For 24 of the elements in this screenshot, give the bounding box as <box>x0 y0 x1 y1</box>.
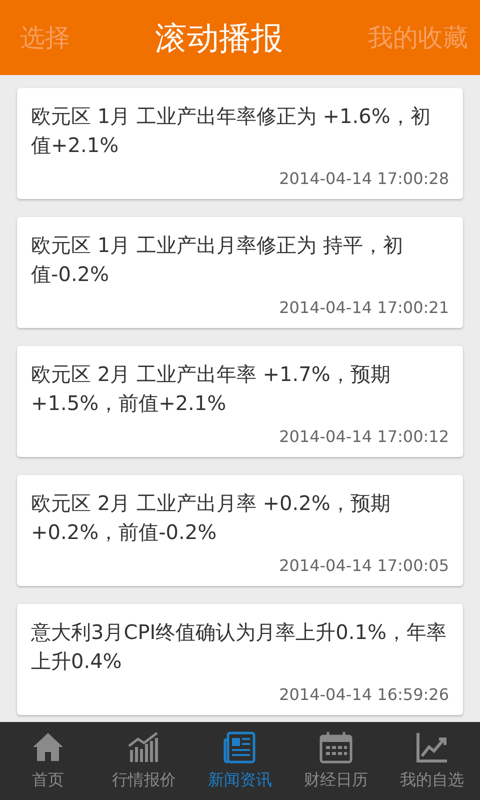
nav-tab[interactable]: 行情报价 <box>96 722 192 800</box>
nav-tab[interactable]: 我的自选 <box>384 722 480 800</box>
news-text: 欧元区 1月 工业产出月率修正为 持平，初值-0.2% <box>31 232 404 288</box>
news-time: 2014-04-14 17:00:05 <box>278 555 449 577</box>
news-card[interactable]: 意大利3月CPI终值确认为月率上升0.1%，年率上升0.4% 2014-04-14 16:59:26 <box>17 604 463 715</box>
nav-tab[interactable]: 新闻资讯 <box>192 722 288 800</box>
news-text: 意大利3月CPI终值确认为月率上升0.1%，年率上升0.4% <box>31 619 448 675</box>
news-card[interactable]: 欧元区 1月 工业产出月率修正为 持平，初值-0.2% 2014-04-14 17:00:21 <box>17 217 463 328</box>
news-time: 2014-04-14 16:59:26 <box>278 684 449 706</box>
page-title: 滚动播报 <box>155 18 283 58</box>
news-card[interactable]: 欧元区 2月 工业产出月率 +0.2%，预期+0.2%，前值-0.2% 2014-04-14 17:00:05 <box>17 475 463 586</box>
news-card[interactable]: 欧元区 1月 工业产出年率修正为 +1.6%，初值+2.1% 2014-04-14 17:00:28 <box>17 88 463 199</box>
news-text: 欧元区 2月 工业产出月率 +0.2%，预期+0.2%，前值-0.2% <box>31 490 392 546</box>
nav-tab[interactable]: 财经日历 <box>288 722 384 800</box>
news-time: 2014-04-14 17:00:21 <box>278 297 449 319</box>
news-card[interactable]: 欧元区 2月 工业产出年率 +1.7%，预期+1.5%，前值+2.1% 2014-04-14 17:00:12 <box>17 346 463 457</box>
news-text: 欧元区 1月 工业产出年率修正为 +1.6%，初值+2.1% <box>31 103 432 159</box>
news-text: 欧元区 2月 工业产出年率 +1.7%，预期+1.5%，前值+2.1% <box>31 361 392 417</box>
newspaper-icon <box>222 730 258 764</box>
line-chart-icon <box>414 730 450 764</box>
calendar-icon <box>318 730 354 764</box>
news-time: 2014-04-14 17:00:28 <box>278 168 449 190</box>
nav-tab[interactable]: 首页 <box>0 722 96 800</box>
news-time: 2014-04-14 17:00:12 <box>278 426 449 448</box>
